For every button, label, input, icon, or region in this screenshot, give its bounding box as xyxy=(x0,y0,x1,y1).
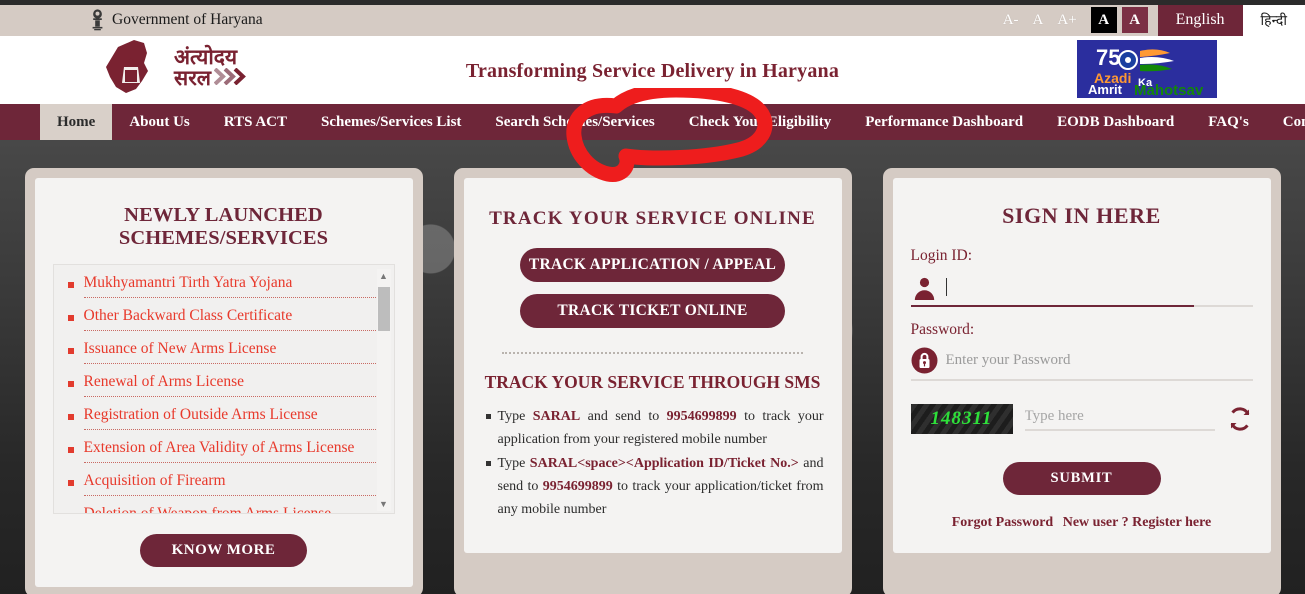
nav-item-check-your-eligibility[interactable]: Check Your Eligibility xyxy=(672,104,849,140)
schemes-scrollbar[interactable]: ▲ ▼ xyxy=(376,269,391,511)
caret-up-icon[interactable]: ▲ xyxy=(377,269,391,283)
captcha-input-wrap xyxy=(1024,407,1215,431)
track-service-panel: TRACK YOUR SERVICE ONLINE TRACK APPLICAT… xyxy=(453,168,852,594)
scheme-link[interactable]: Other Backward Class Certificate xyxy=(84,307,293,324)
list-item[interactable]: Extension of Area Validity of Arms Licen… xyxy=(67,436,378,469)
government-label: Government of Haryana xyxy=(112,11,263,28)
track-ticket-button[interactable]: TRACK TICKET ONLINE xyxy=(520,294,785,328)
password-underline xyxy=(910,379,1253,381)
list-item[interactable]: Registration of Outside Arms License xyxy=(67,403,378,436)
scheme-link[interactable]: Acquisition of Firearm xyxy=(84,472,226,489)
utility-top-bar: Government of Haryana A- A A+ A A Englis… xyxy=(0,0,1305,36)
sms-keyword: SARAL xyxy=(532,409,581,424)
scheme-link[interactable]: Renewal of Arms License xyxy=(84,373,245,390)
track-application-button[interactable]: TRACK APPLICATION / APPEAL xyxy=(520,248,785,282)
sign-in-panel: SIGN IN HERE Login ID: Password: 148311 … xyxy=(882,168,1281,594)
list-item[interactable]: Issuance of New Arms License xyxy=(67,337,378,370)
font-normal-button[interactable]: A xyxy=(1033,12,1044,29)
svg-text:Mahotsav: Mahotsav xyxy=(1134,82,1204,95)
scheme-link[interactable]: Issuance of New Arms License xyxy=(84,340,277,357)
nav-item-performance-dashboard[interactable]: Performance Dashboard xyxy=(848,104,1040,140)
login-id-row xyxy=(911,273,1253,300)
sms-section-title: TRACK YOUR SERVICE THROUGH SMS xyxy=(484,372,821,392)
sms-number: 9954699899 xyxy=(542,479,613,495)
login-id-input[interactable] xyxy=(954,276,1253,297)
know-more-button[interactable]: KNOW MORE xyxy=(140,534,307,567)
sms-number: 9954699899 xyxy=(666,409,737,424)
sms-instructions-list: Type SARAL and send to 9954699899 to tra… xyxy=(482,406,824,521)
svg-text:75: 75 xyxy=(1096,45,1120,70)
captcha-row: 148311 xyxy=(910,404,1253,434)
nav-item-home[interactable]: Home xyxy=(40,104,113,140)
list-item[interactable]: Other Backward Class Certificate xyxy=(67,304,378,337)
register-link[interactable]: New user ? Register here xyxy=(1063,515,1212,530)
login-id-underline xyxy=(910,305,1253,307)
svg-text:Amrit: Amrit xyxy=(1088,82,1123,95)
nav-item-faqs[interactable]: FAQ's xyxy=(1191,104,1266,140)
site-header: अंत्योदय सरल Transforming Service Delive… xyxy=(0,36,1305,104)
list-item[interactable]: Deletion of Weapon from Arms License xyxy=(84,502,378,513)
captcha-image: 148311 xyxy=(910,404,1013,434)
schemes-scroll-box: Mukhyamantri Tirth Yatra Yojana Other Ba… xyxy=(52,264,395,514)
language-hindi-button[interactable]: हिन्दी xyxy=(1242,4,1305,36)
top-bar-controls: A- A A+ A A English हिन्दी xyxy=(989,0,1305,36)
list-item[interactable]: Acquisition of Firearm xyxy=(67,469,378,502)
list-item[interactable]: Renewal of Arms License xyxy=(67,370,378,403)
language-english-button[interactable]: English xyxy=(1157,4,1243,36)
national-emblem-icon xyxy=(90,8,105,32)
sms-keyword: SARAL<space><Application ID/Ticket No.> xyxy=(529,456,799,472)
list-item[interactable]: Mukhyamantri Tirth Yatra Yojana xyxy=(67,271,378,304)
lock-icon xyxy=(911,347,938,374)
user-avatar-icon xyxy=(911,273,938,300)
login-id-label: Login ID: xyxy=(910,247,973,264)
page-root: Government of Haryana A- A A+ A A Englis… xyxy=(0,0,1305,594)
contrast-controls: A A xyxy=(1090,4,1158,36)
text-cursor xyxy=(945,277,947,296)
signin-links: Forgot Password New user ? Register here xyxy=(911,515,1253,531)
scrollbar-thumb[interactable] xyxy=(377,287,390,331)
sign-in-title: SIGN IN HERE xyxy=(1002,203,1161,228)
list-item: Type SARAL<space><Application ID/Ticket … xyxy=(485,453,824,521)
captcha-underline xyxy=(1024,429,1215,431)
sms-text: Type xyxy=(497,409,533,424)
contrast-dark-button[interactable]: A xyxy=(1090,7,1117,33)
contrast-maroon-button[interactable]: A xyxy=(1121,7,1148,33)
azadi-ka-amrit-mahotsav-logo[interactable]: 75 Azadi Ka Amrit Mahotsav xyxy=(1077,40,1217,98)
track-panel-title: TRACK YOUR SERVICE ONLINE xyxy=(489,208,816,229)
font-increase-button[interactable]: A+ xyxy=(1057,12,1076,29)
newly-launched-schemes-panel: NEWLY LAUNCHED SCHEMES/SERVICES Mukhyama… xyxy=(24,168,423,594)
nav-item-about-us[interactable]: About Us xyxy=(112,104,206,140)
panels-row: NEWLY LAUNCHED SCHEMES/SERVICES Mukhyama… xyxy=(0,168,1305,594)
refresh-icon[interactable] xyxy=(1227,406,1253,432)
sms-text: and send to xyxy=(580,409,667,424)
nav-item-schemes-services-list[interactable]: Schemes/Services List xyxy=(304,104,478,140)
scheme-link[interactable]: Deletion of Weapon from Arms License xyxy=(84,505,332,513)
section-divider xyxy=(502,352,803,354)
schemes-list: Mukhyamantri Tirth Yatra Yojana Other Ba… xyxy=(58,271,392,513)
schemes-panel-title: NEWLY LAUNCHED SCHEMES/SERVICES xyxy=(118,204,329,249)
font-size-controls: A- A A+ xyxy=(989,4,1091,36)
password-label: Password: xyxy=(910,321,975,338)
scheme-link[interactable]: Mukhyamantri Tirth Yatra Yojana xyxy=(84,274,293,291)
list-item: Type SARAL and send to 9954699899 to tra… xyxy=(485,406,824,451)
submit-button[interactable]: SUBMIT xyxy=(1002,462,1161,495)
sms-text: Type xyxy=(497,456,530,472)
nav-item-eodb-dashboard[interactable]: EODB Dashboard xyxy=(1040,104,1191,140)
nav-item-contact-us[interactable]: Contact Us xyxy=(1266,104,1305,140)
password-row xyxy=(911,347,1253,374)
language-switcher: English हिन्दी xyxy=(1157,4,1305,36)
font-decrease-button[interactable]: A- xyxy=(1003,12,1019,29)
caret-down-icon[interactable]: ▼ xyxy=(377,497,391,511)
main-navigation: Home About Us RTS ACT Schemes/Services L… xyxy=(0,104,1305,140)
government-branding: Government of Haryana xyxy=(90,4,263,32)
scheme-link[interactable]: Extension of Area Validity of Arms Licen… xyxy=(84,439,355,456)
password-input[interactable] xyxy=(945,350,1253,371)
scheme-link[interactable]: Registration of Outside Arms License xyxy=(84,406,318,423)
nav-item-search-schemes-services[interactable]: Search Schemes/Services xyxy=(478,104,671,140)
nav-item-rts-act[interactable]: RTS ACT xyxy=(207,104,304,140)
forgot-password-link[interactable]: Forgot Password xyxy=(952,515,1054,530)
captcha-input[interactable] xyxy=(1024,408,1215,425)
